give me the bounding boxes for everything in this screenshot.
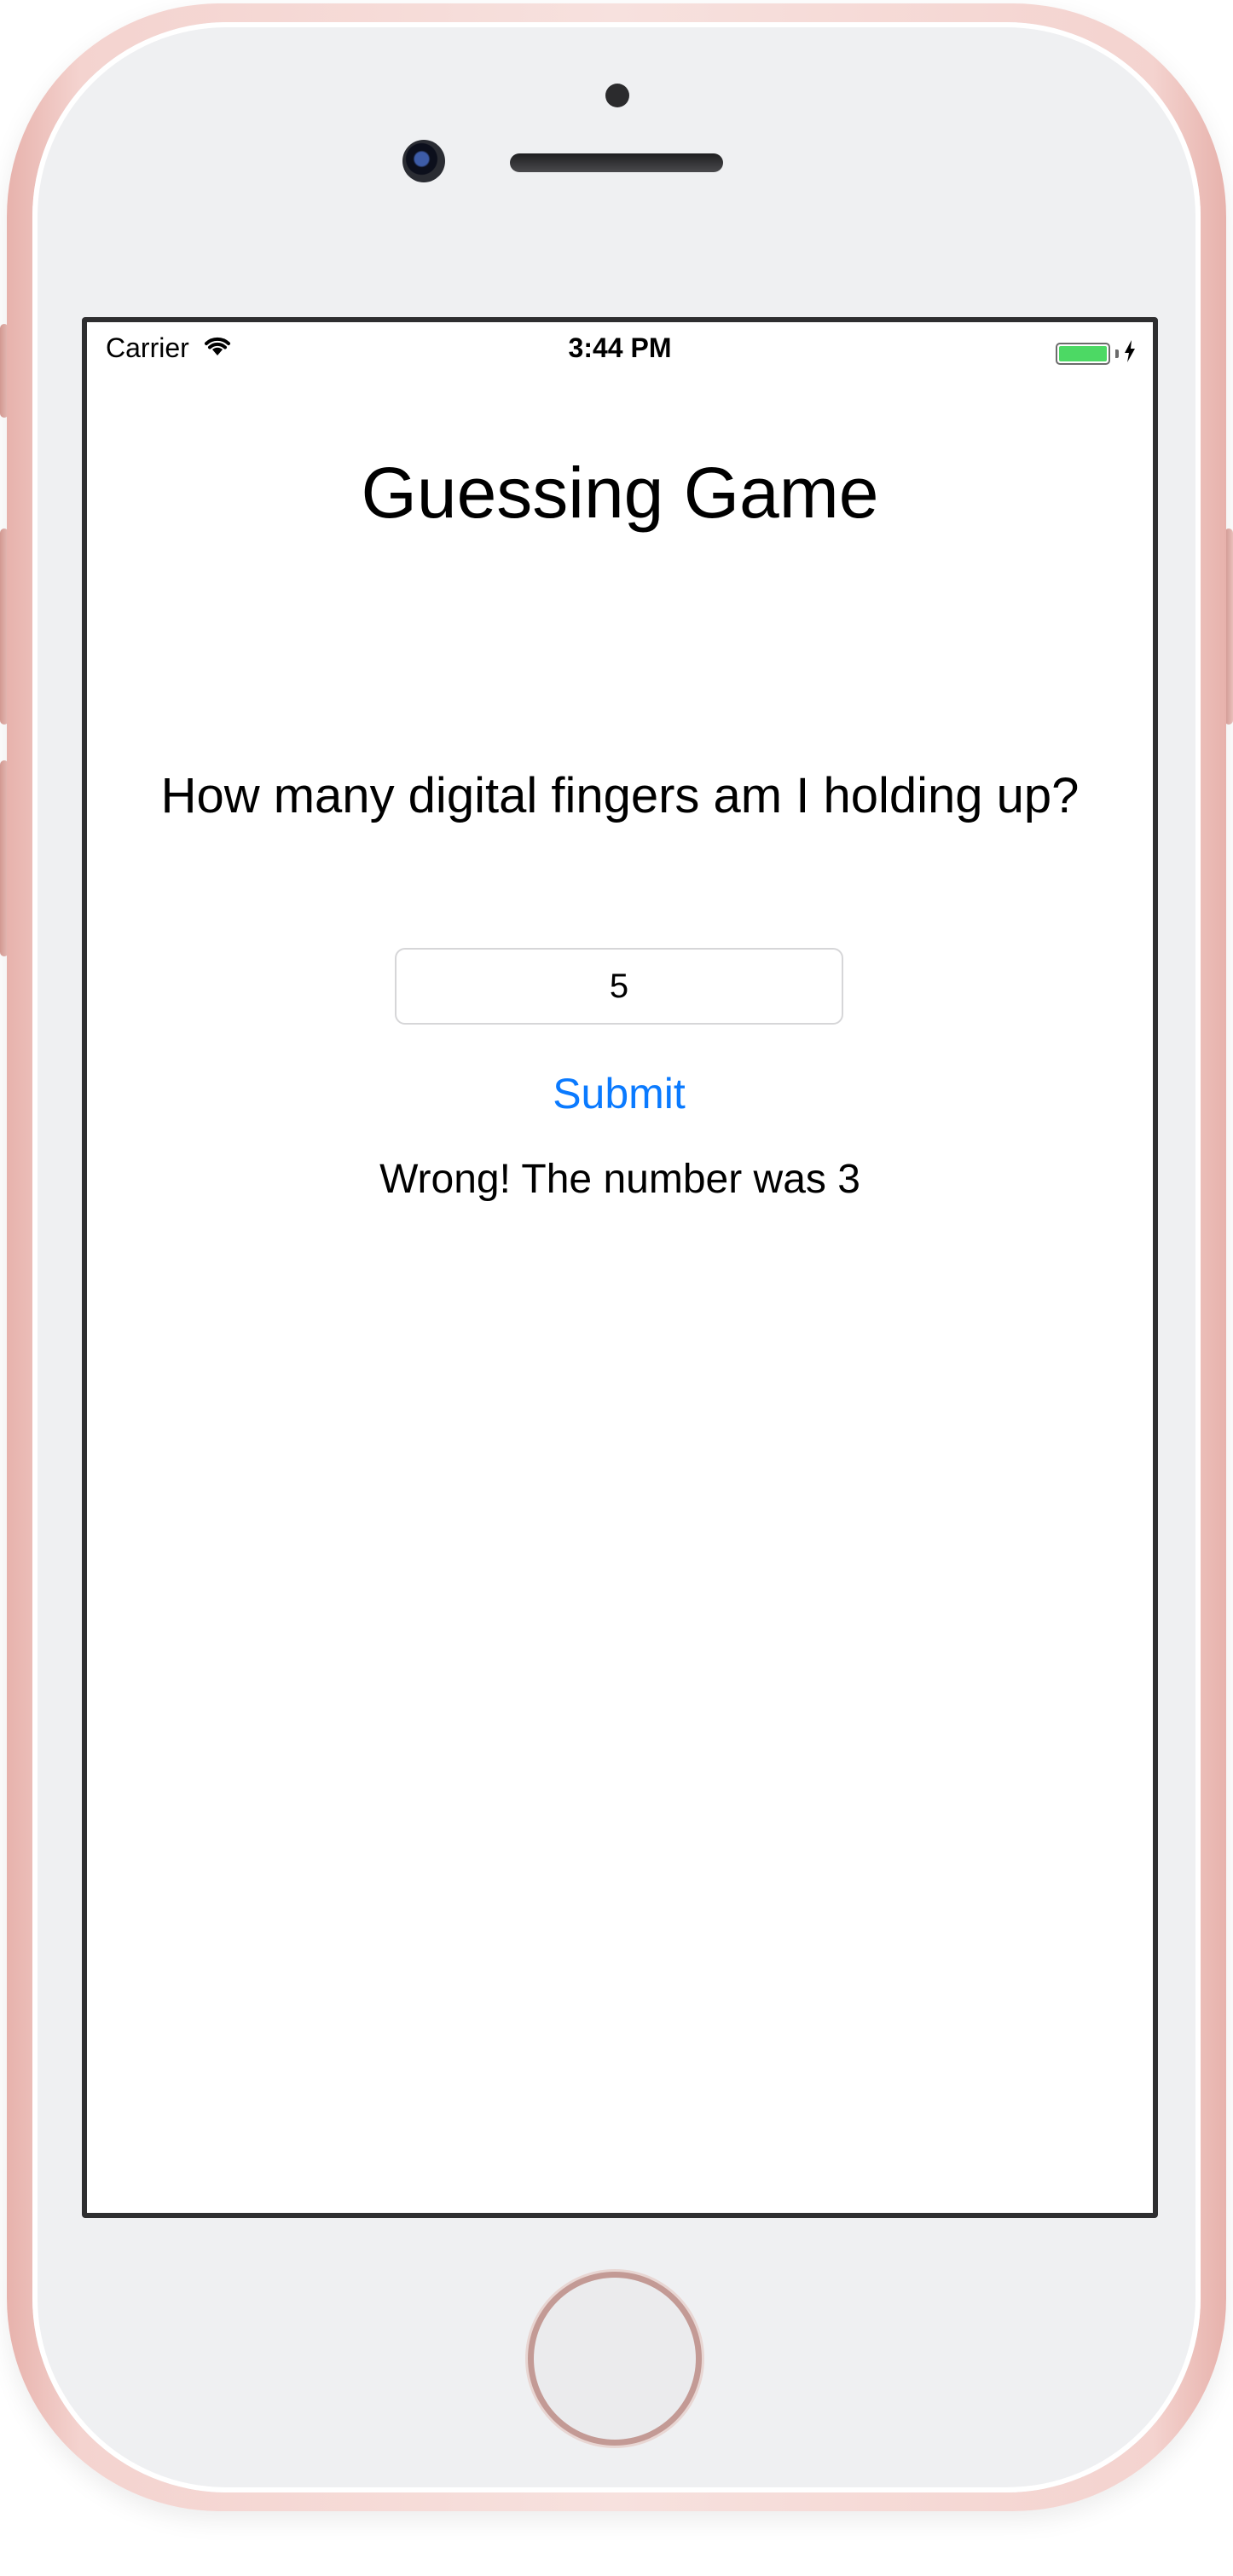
page-title: Guessing Game	[361, 453, 879, 533]
battery-group	[1056, 338, 1136, 369]
front-camera-icon	[402, 140, 445, 182]
status-bar: Carrier 3:44 PM	[87, 322, 1153, 370]
device-stage: Carrier 3:44 PM Guessing Game How many d…	[0, 0, 1233, 2576]
guess-input[interactable]	[395, 948, 843, 1025]
battery-icon	[1056, 342, 1110, 365]
earpiece-speaker	[510, 153, 723, 172]
app-screen: Carrier 3:44 PM Guessing Game How many d…	[82, 317, 1158, 2218]
bolt-icon	[1124, 338, 1136, 369]
home-button[interactable]	[534, 2278, 696, 2440]
result-message: Wrong! The number was 3	[379, 1157, 860, 1202]
battery-tip	[1115, 349, 1119, 358]
proximity-sensor	[605, 84, 629, 107]
status-time: 3:44 PM	[568, 332, 672, 363]
question-label: How many digital fingers am I holding up…	[160, 768, 1080, 823]
battery-level	[1059, 345, 1107, 361]
submit-button[interactable]: Submit	[534, 1060, 704, 1127]
